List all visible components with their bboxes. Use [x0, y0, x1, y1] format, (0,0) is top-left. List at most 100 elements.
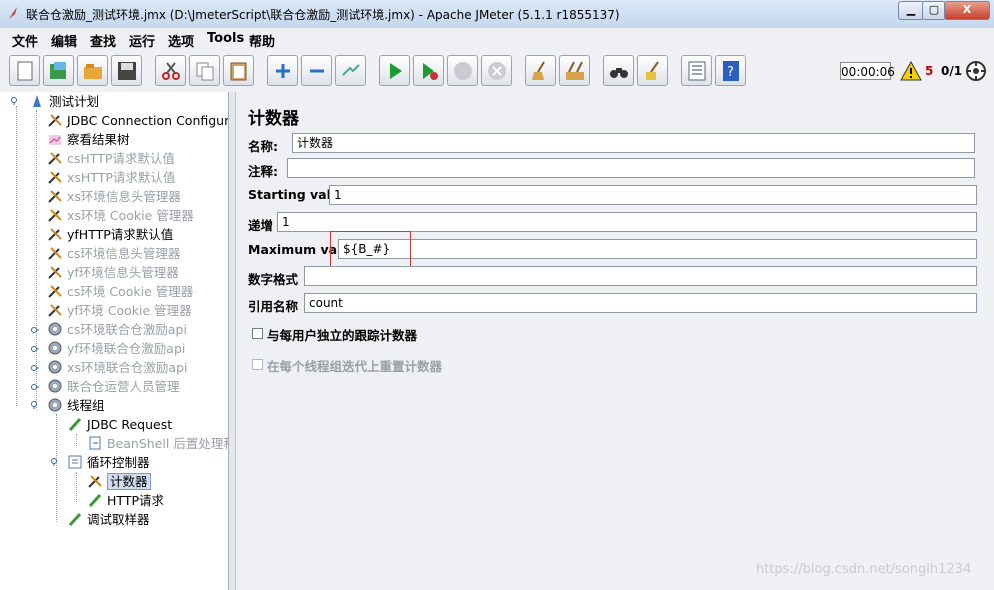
comment-label: 注释:	[248, 164, 278, 179]
reference-name-field[interactable]: count	[304, 293, 977, 313]
copy-button[interactable]	[189, 55, 220, 86]
tree-node[interactable]: xs环境信息头管理器	[47, 188, 181, 206]
copy-icon	[196, 62, 214, 81]
shutdown-button[interactable]	[481, 55, 512, 86]
close-button[interactable]: X	[944, 1, 990, 20]
number-format-label: 数字格式	[248, 272, 299, 287]
reset-on-iteration-label: 在每个线程组迭代上重置计数器	[267, 359, 443, 374]
starting-value-field[interactable]: 1	[329, 185, 977, 205]
tree-node[interactable]: cs环境信息头管理器	[47, 245, 180, 263]
tree-node[interactable]: 察看结果树	[47, 131, 130, 149]
tree-handle-icon[interactable]	[11, 97, 19, 105]
tree-handle-icon[interactable]	[31, 325, 39, 333]
increment-field[interactable]: 1	[277, 212, 977, 232]
start-button[interactable]	[379, 55, 410, 86]
menu-bar: 文件 编辑 查找 运行 选项 Tools 帮助	[0, 28, 994, 50]
help-button[interactable]: ?	[715, 55, 746, 86]
tree-node[interactable]: 循环控制器	[67, 454, 150, 472]
tree-node[interactable]: yf环境 Cookie 管理器	[47, 302, 192, 320]
config-element-icon	[48, 266, 62, 279]
new-button[interactable]	[9, 55, 40, 86]
tree-node[interactable]: csHTTP请求默认值	[47, 150, 175, 168]
cut-button[interactable]	[155, 55, 186, 86]
name-field[interactable]: 计数器	[292, 133, 975, 153]
number-format-field[interactable]	[304, 266, 977, 286]
clear-all-icon	[566, 61, 584, 80]
jmeter-feather-icon	[9, 7, 17, 19]
config-element-icon	[48, 247, 62, 260]
paste-icon	[230, 62, 247, 81]
stop-icon	[454, 62, 472, 80]
tree-node-label: yfHTTP请求默认值	[67, 227, 174, 242]
tree-handle-icon[interactable]	[31, 363, 39, 371]
tree-node[interactable]: HTTP请求	[87, 492, 164, 510]
thread-group-icon	[48, 322, 62, 336]
tree-node[interactable]: xs环境 Cookie 管理器	[47, 207, 194, 225]
tree-node[interactable]: 计数器	[87, 473, 151, 491]
paste-button[interactable]	[223, 55, 254, 86]
tree-node-label: yf环境 Cookie 管理器	[67, 303, 192, 318]
sampler-icon	[88, 493, 102, 508]
config-element-icon	[48, 114, 62, 127]
save-button[interactable]	[111, 55, 142, 86]
tree-node[interactable]: 联合仓运营人员管理	[47, 378, 180, 396]
cut-icon	[162, 62, 180, 80]
tree-node[interactable]: JDBC Request	[67, 416, 172, 434]
menu-tools[interactable]: Tools	[207, 31, 244, 46]
maximize-button[interactable]: ▢	[922, 1, 946, 20]
tree-handle-icon[interactable]	[31, 382, 39, 390]
tree-node[interactable]: cs环境 Cookie 管理器	[47, 283, 193, 301]
minimize-button[interactable]: ▁	[898, 1, 924, 20]
warning-icon[interactable]	[900, 61, 922, 81]
tree-node[interactable]: BeanShell 后置处理程	[87, 435, 228, 453]
tree-node[interactable]: xsHTTP请求默认值	[47, 169, 175, 187]
tree-node[interactable]: yf环境联合仓激励api	[47, 340, 185, 358]
tree-node[interactable]: yfHTTP请求默认值	[47, 226, 173, 244]
toggle-button[interactable]	[335, 55, 366, 86]
tree-node[interactable]: 线程组	[47, 397, 105, 415]
menu-help[interactable]: 帮助	[249, 31, 275, 50]
clear-icon	[532, 61, 545, 80]
controller-icon	[68, 455, 82, 469]
open-button[interactable]	[77, 55, 108, 86]
tree-node[interactable]: JDBC Connection Configura	[47, 112, 228, 130]
menu-run[interactable]: 运行	[129, 31, 155, 50]
expand-button[interactable]	[267, 55, 298, 86]
search-button[interactable]	[603, 55, 634, 86]
tree-node[interactable]: 调试取样器	[67, 511, 150, 529]
svg-text:?: ?	[727, 65, 734, 80]
tree-node-label: 计数器	[107, 473, 151, 490]
split-pane-divider[interactable]	[229, 92, 236, 590]
per-user-label[interactable]: 与每用户独立的跟踪计数器	[267, 325, 417, 344]
menu-search[interactable]: 查找	[90, 31, 116, 50]
tree-node[interactable]: xs环境联合仓激励api	[47, 359, 187, 377]
tree-handle-icon[interactable]	[31, 344, 39, 352]
config-element-icon	[48, 152, 62, 165]
per-user-checkbox[interactable]	[252, 328, 263, 339]
config-element-icon	[48, 190, 62, 203]
stop-button[interactable]	[447, 55, 478, 86]
menu-file[interactable]: 文件	[12, 31, 38, 50]
menu-options[interactable]: 选项	[168, 31, 194, 50]
tree-node-label: 测试计划	[49, 94, 100, 109]
name-label: 名称:	[248, 139, 278, 154]
tree-node[interactable]: yf环境信息头管理器	[47, 264, 179, 282]
new-icon	[17, 61, 33, 81]
maximum-value-field[interactable]: ${B_#}	[338, 239, 977, 259]
clear-button[interactable]	[525, 55, 556, 86]
function-helper-button[interactable]	[681, 55, 712, 86]
elapsed-time: 00:00:06	[840, 62, 895, 80]
save-icon	[118, 62, 136, 80]
templates-button[interactable]	[43, 55, 74, 86]
tree-handle-icon[interactable]	[31, 401, 39, 409]
collapse-button[interactable]	[301, 55, 332, 86]
watermark: https://blog.csdn.net/songlh1234	[756, 562, 972, 577]
tree-node[interactable]: cs环境联合仓激励api	[47, 321, 187, 339]
menu-edit[interactable]: 编辑	[51, 31, 77, 50]
tree-node[interactable]: 测试计划	[29, 93, 99, 111]
comment-field[interactable]	[287, 158, 975, 178]
start-no-pauses-button[interactable]	[413, 55, 444, 86]
tree-handle-icon[interactable]	[51, 458, 59, 466]
reset-search-button[interactable]	[637, 55, 668, 86]
clear-all-button[interactable]	[559, 55, 590, 86]
